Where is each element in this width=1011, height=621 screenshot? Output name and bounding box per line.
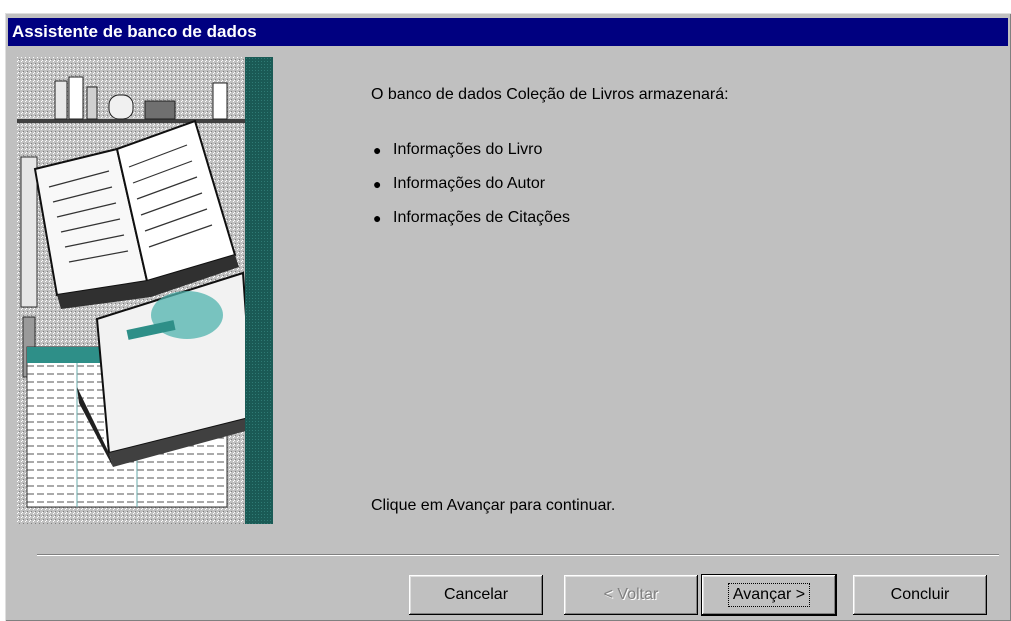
stored-items-list: ● Informações do Livro ● Informações do Au… (371, 133, 570, 235)
list-item-label: Informações de Citações (393, 209, 570, 226)
back-button[interactable]: < Voltar (564, 575, 698, 615)
finish-button-label: Concluir (890, 586, 950, 603)
back-button-label: < Voltar (603, 586, 659, 603)
button-divider (37, 554, 999, 556)
bullet-icon: ● (373, 142, 382, 158)
window-title: Assistente de banco de dados (12, 22, 257, 41)
next-button-label: Avançar > (727, 583, 811, 607)
continue-hint: Clique em Avançar para continuar. (371, 497, 616, 514)
finish-button[interactable]: Concluir (853, 575, 987, 615)
cancel-button-label: Cancelar (443, 586, 509, 603)
list-item-label: Informações do Livro (393, 141, 543, 158)
title-bar: Assistente de banco de dados (8, 18, 1008, 46)
list-item: ● Informações de Citações (371, 201, 570, 235)
cancel-button[interactable]: Cancelar (409, 575, 543, 615)
intro-text: O banco de dados Coleção de Livros armaz… (371, 86, 729, 103)
list-item-label: Informações do Autor (393, 175, 546, 192)
list-item: ● Informações do Livro (371, 133, 570, 167)
books-illustration-icon (17, 57, 273, 524)
list-item: ● Informações do Autor (371, 167, 570, 201)
next-button[interactable]: Avançar > (702, 575, 836, 615)
bullet-icon: ● (373, 176, 382, 192)
bullet-icon: ● (373, 210, 382, 226)
wizard-dialog: Assistente de banco de dados O banco de … (5, 13, 1011, 621)
